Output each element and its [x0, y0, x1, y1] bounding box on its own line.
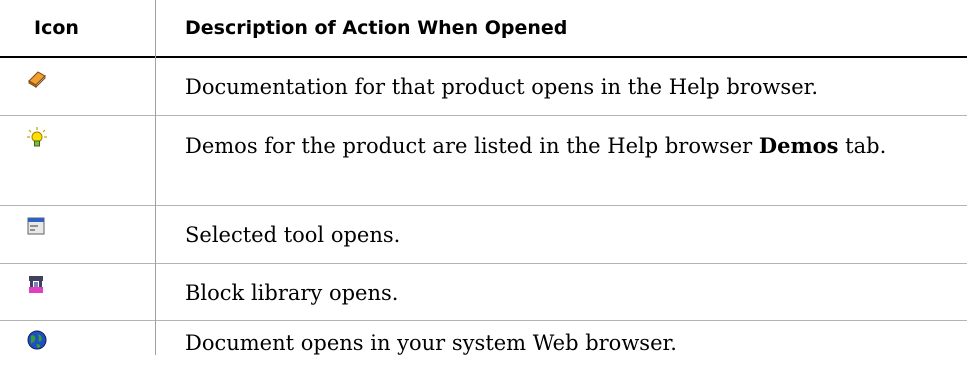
row-description: Demos for the product are listed in the … [185, 133, 887, 158]
row-description: Selected tool opens. [185, 223, 401, 247]
block-library-icon [0, 264, 155, 320]
table-row: Documentation for that product opens in … [0, 58, 967, 116]
globe-icon [0, 321, 155, 367]
table-header: Icon Description of Action When Opened [0, 0, 967, 58]
table-row: Demos for the product are listed in the … [0, 116, 967, 206]
icon-description-table: Icon Description of Action When Opened D… [0, 0, 967, 367]
row-description: Block library opens. [185, 281, 399, 305]
header-description: Description of Action When Opened [185, 17, 568, 39]
table-row: Document opens in your system Web browse… [0, 321, 967, 367]
row-description: Documentation for that product opens in … [185, 75, 819, 99]
book-icon [0, 58, 155, 115]
lightbulb-icon [0, 116, 155, 205]
column-divider [155, 0, 156, 355]
header-icon: Icon [34, 17, 79, 39]
table-row: Block library opens. [0, 264, 967, 321]
tool-window-icon [0, 206, 155, 263]
table-row: Selected tool opens. [0, 206, 967, 264]
row-description: Document opens in your system Web browse… [185, 331, 677, 355]
